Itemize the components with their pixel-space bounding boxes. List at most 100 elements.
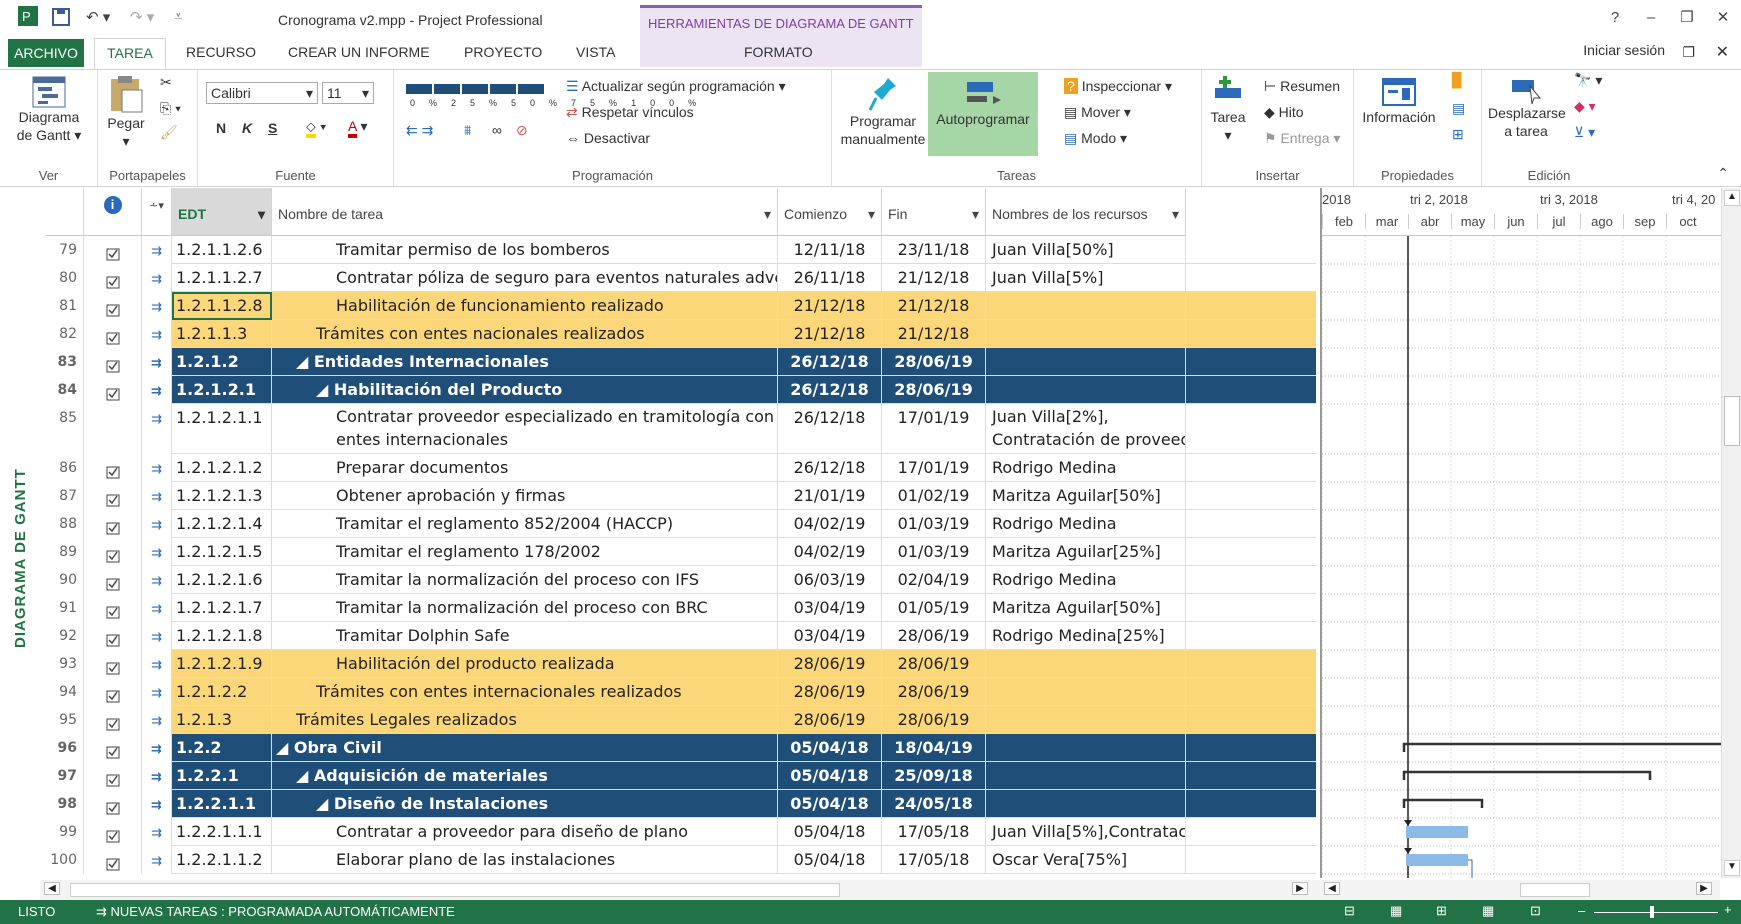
end-cell[interactable]: 25/09/18 bbox=[882, 762, 986, 790]
paste-button[interactable]: Pegar ▾ bbox=[104, 74, 148, 150]
gantt-view-button[interactable]: Diagrama de Gantt ▾ bbox=[12, 76, 86, 144]
resources-cell[interactable]: Juan Villa[5%] bbox=[986, 264, 1186, 292]
resources-cell[interactable] bbox=[986, 320, 1186, 348]
row-number[interactable]: 90 bbox=[46, 566, 84, 594]
start-cell[interactable]: 05/04/18 bbox=[778, 846, 882, 874]
task-name-cell[interactable]: Contratar póliza de seguro para eventos … bbox=[272, 264, 778, 292]
task-name-cell[interactable]: ◢ Obra Civil bbox=[272, 734, 778, 762]
end-cell[interactable]: 23/11/18 bbox=[882, 236, 986, 264]
add-to-timeline-icon[interactable]: ⊞ bbox=[1452, 126, 1464, 143]
start-cell[interactable]: 04/02/19 bbox=[778, 538, 882, 566]
end-cell[interactable]: 17/01/19 bbox=[882, 454, 986, 482]
scroll-right-icon[interactable]: ▶ bbox=[1292, 882, 1308, 895]
task-name-cell[interactable]: ◢ Adquisición de materiales bbox=[272, 762, 778, 790]
row-number[interactable]: 94 bbox=[46, 678, 84, 706]
resources-cell[interactable]: Maritza Aguilar[50%] bbox=[986, 482, 1186, 510]
edt-cell[interactable]: 1.2.1.2.1.7 bbox=[172, 594, 272, 622]
end-cell[interactable]: 02/04/19 bbox=[882, 566, 986, 594]
edt-cell[interactable]: 1.2.1.2.2 bbox=[172, 678, 272, 706]
copy-icon[interactable]: ⎘ ▾ bbox=[160, 100, 181, 117]
sign-in-link[interactable]: Iniciar sesión bbox=[1583, 42, 1665, 58]
edt-cell[interactable]: 1.2.2.1.1.2 bbox=[172, 846, 272, 874]
start-cell[interactable]: 28/06/19 bbox=[778, 650, 882, 678]
header-end[interactable]: Fin ▾ bbox=[882, 188, 986, 236]
end-cell[interactable]: 28/06/19 bbox=[882, 376, 986, 404]
table-row[interactable]: 87 ⇉ 1.2.1.2.1.3 Obtener aprobación y firma… bbox=[46, 482, 1316, 510]
task-name-cell[interactable]: Elaborar plano de las instalaciones bbox=[272, 846, 778, 874]
auto-schedule-button[interactable]: Autoprogramar bbox=[928, 72, 1038, 156]
font-size-select[interactable]: 11 ▾ bbox=[322, 82, 374, 104]
row-number[interactable]: 96 bbox=[46, 734, 84, 762]
task-name-cell[interactable]: Tramitar el reglamento 852/2004 (HACCP) bbox=[272, 510, 778, 538]
scroll-left-icon[interactable]: ◀ bbox=[44, 882, 60, 895]
notes-icon[interactable]: ▉ bbox=[1452, 72, 1463, 89]
start-cell[interactable]: 05/04/18 bbox=[778, 818, 882, 846]
edt-cell[interactable]: 1.2.1.3 bbox=[172, 706, 272, 734]
resources-cell[interactable]: Juan Villa[50%] bbox=[986, 236, 1186, 264]
start-cell[interactable]: 05/04/18 bbox=[778, 790, 882, 818]
edt-cell[interactable]: 1.2.1.2.1.9 bbox=[172, 650, 272, 678]
resources-cell[interactable]: Rodrigo Medina bbox=[986, 510, 1186, 538]
start-cell[interactable]: 21/01/19 bbox=[778, 482, 882, 510]
end-cell[interactable]: 24/05/18 bbox=[882, 790, 986, 818]
task-name-cell[interactable]: Tramitar el reglamento 178/2002 bbox=[272, 538, 778, 566]
task-name-cell[interactable]: Trámites con entes internacionales reali… bbox=[272, 678, 778, 706]
end-cell[interactable]: 01/05/19 bbox=[882, 594, 986, 622]
end-cell[interactable]: 21/12/18 bbox=[882, 292, 986, 320]
table-row[interactable]: 86 ⇉ 1.2.1.2.1.2 Preparar documentos 26/12/1… bbox=[46, 454, 1316, 482]
start-cell[interactable]: 26/12/18 bbox=[778, 376, 882, 404]
resources-cell[interactable]: Oscar Vera[75%] bbox=[986, 846, 1186, 874]
font-name-select[interactable]: Calibri ▾ bbox=[206, 82, 318, 104]
ribbon-display-icon[interactable]: ❐ bbox=[1682, 44, 1695, 61]
redo-icon[interactable]: ↷ ▾ bbox=[130, 8, 154, 26]
end-cell[interactable]: 01/03/19 bbox=[882, 538, 986, 566]
table-row[interactable]: 99 ⇉ 1.2.2.1.1.1 Contratar a proveedor para… bbox=[46, 818, 1316, 846]
edt-cell[interactable]: 1.2.1.1.2.7 bbox=[172, 264, 272, 292]
row-number[interactable]: 93 bbox=[46, 650, 84, 678]
end-cell[interactable]: 28/06/19 bbox=[882, 706, 986, 734]
table-row[interactable]: 91 ⇉ 1.2.1.2.1.7 Tramitar la normalización … bbox=[46, 594, 1316, 622]
row-number[interactable]: 89 bbox=[46, 538, 84, 566]
resources-cell[interactable]: Juan Villa[5%],Contratación bbox=[986, 818, 1186, 846]
start-cell[interactable]: 28/06/19 bbox=[778, 678, 882, 706]
row-number[interactable]: 95 bbox=[46, 706, 84, 734]
resources-cell[interactable] bbox=[986, 706, 1186, 734]
close-icon[interactable]: ✕ bbox=[1705, 8, 1741, 26]
scroll-thumb[interactable] bbox=[1724, 396, 1740, 446]
start-cell[interactable]: 06/03/19 bbox=[778, 566, 882, 594]
row-number[interactable]: 98 bbox=[46, 790, 84, 818]
resources-cell[interactable]: Rodrigo Medina bbox=[986, 454, 1186, 482]
end-cell[interactable]: 01/03/19 bbox=[882, 510, 986, 538]
edt-cell[interactable]: 1.2.2 bbox=[172, 734, 272, 762]
edt-cell[interactable]: 1.2.1.2 bbox=[172, 348, 272, 376]
resources-cell[interactable]: Rodrigo Medina[25%] bbox=[986, 622, 1186, 650]
scroll-to-task-button[interactable]: Desplazarse a tarea bbox=[1488, 74, 1566, 140]
resources-cell[interactable] bbox=[986, 762, 1186, 790]
view-calendar-icon[interactable]: ▦ bbox=[1482, 903, 1494, 919]
tab-recurso[interactable]: RECURSO bbox=[186, 44, 256, 60]
link-icon[interactable]: ∞ bbox=[492, 122, 502, 138]
table-row[interactable]: 84 ⇉ 1.2.1.2.1 ◢ Habilitación del Producto 2… bbox=[46, 376, 1316, 404]
zoom-thumb[interactable] bbox=[1650, 906, 1654, 918]
tab-archivo[interactable]: ARCHIVO bbox=[8, 39, 84, 67]
task-name-cell[interactable]: ◢ Habilitación del Producto bbox=[272, 376, 778, 404]
task-name-cell[interactable]: Trámites con entes nacionales realizados bbox=[272, 320, 778, 348]
task-name-cell[interactable]: Tramitar la normalización del proceso co… bbox=[272, 594, 778, 622]
edt-cell[interactable]: 1.2.1.2.1.5 bbox=[172, 538, 272, 566]
font-color-icon[interactable]: A ▾ bbox=[348, 118, 368, 138]
new-tasks-mode[interactable]: ⇉ NUEVAS TAREAS : PROGRAMADA AUTOMÁTICAM… bbox=[96, 904, 455, 920]
summary-button[interactable]: ⊢ Resumen bbox=[1264, 78, 1340, 95]
table-row[interactable]: 85 ⇉ 1.2.1.2.1.1 Contratar proveedor especi… bbox=[46, 404, 1316, 454]
table-row[interactable]: 94 ⇉ 1.2.1.2.2 Trámites con entes internaci… bbox=[46, 678, 1316, 706]
unlink-icon[interactable]: ⊘ bbox=[516, 122, 528, 139]
close-document-icon[interactable]: ✕ bbox=[1716, 42, 1729, 62]
row-number[interactable]: 87 bbox=[46, 482, 84, 510]
edt-cell[interactable]: 1.2.1.2.1.1 bbox=[172, 404, 272, 454]
table-row[interactable]: 95 ⇉ 1.2.1.3 Trámites Legales realizados 28/… bbox=[46, 706, 1316, 734]
row-number[interactable]: 81 bbox=[46, 292, 84, 320]
resources-cell[interactable] bbox=[986, 734, 1186, 762]
bold-button[interactable]: N bbox=[216, 120, 226, 136]
tab-vista[interactable]: VISTA bbox=[576, 44, 615, 60]
header-indicators[interactable]: i bbox=[84, 188, 142, 236]
table-row[interactable]: 80 ⇉ 1.2.1.1.2.7 Contratar póliza de seguro… bbox=[46, 264, 1316, 292]
